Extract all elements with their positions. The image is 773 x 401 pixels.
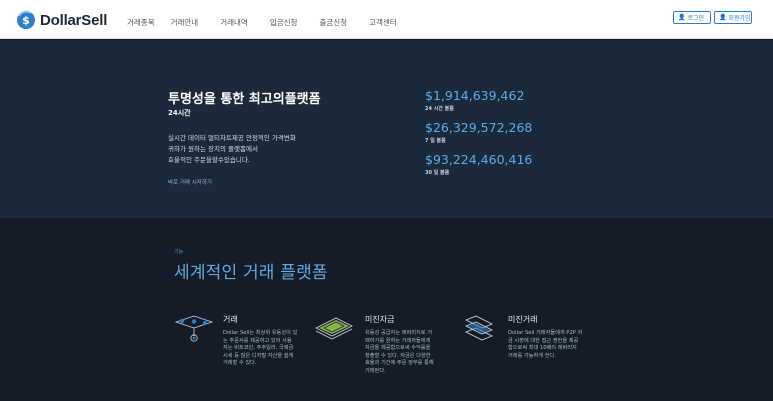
hero-section: 투명성을 통한 최고의플랫폼 24시간 실시간 데이터 멀티차트제공 안정적인 … [0, 40, 773, 218]
feature-body-line: 효율과 기간에 주문 정부를 통해 [365, 360, 434, 367]
features-section: 기능 세계적인 거래 플랫폼 거래 Dollar Sell는 최상위 유동성이 … [0, 218, 773, 401]
feature-body-line: Dollar Sell는 최상위 유동성이 있 [223, 330, 298, 336]
nav-item-deposit[interactable]: 입금신청 [270, 17, 298, 28]
feature-title: 미진거래 [508, 315, 538, 324]
hero-subtitle: 24시간 [168, 109, 191, 117]
margin-funds-icon [314, 314, 354, 346]
hero-description-line: 효율적인 주문을할수있습니다. [168, 156, 250, 164]
stat-24h-volume: $1,914,639,462 24 시간 볼륨 [425, 88, 524, 112]
exchange-icon [174, 314, 214, 346]
feature-body-line: 거래를 가능하게 한다. [508, 352, 556, 359]
margin-trading-icon [464, 314, 504, 346]
dollar-logo-icon: $ [16, 10, 36, 30]
feature-body-line: 함으로써 최대 10배의 레버리지 [508, 345, 577, 352]
stat-value: $26,329,572,268 [425, 120, 533, 135]
hero-description-line: 귀하가 원하는 장치의 플랫폼에서 [168, 145, 258, 153]
top-navbar: $ DollarSell 거래종목 거래안내 거래내역 입금신청 출금신청 고객… [0, 0, 773, 39]
hero-description-line: 실시간 데이터 멀티차트제공 안정적인 가격변화 [168, 134, 296, 142]
features-heading: 세계적인 거래 플랫폼 [174, 263, 328, 283]
feature-body-line: 자는 비트코인, 주주일러, 국제금 [223, 345, 294, 352]
stat-30d-volume: $93,224,460,416 30 일 볼륨 [425, 152, 532, 176]
stat-7d-volume: $26,329,572,268 7 일 볼륨 [425, 120, 532, 144]
user-add-icon: 👤 [719, 14, 727, 21]
stat-label: 7 일 볼륨 [425, 138, 446, 144]
login-button[interactable]: 👤 로그인 [673, 11, 711, 24]
feature-body: Dollar Sell는 최상위 유동성이 있 는 주문서를 제공하고 있어 사… [223, 330, 311, 368]
hero-description: 실시간 데이터 멀티차트제공 안정적인 가격변화 귀하가 원하는 장치의 플랫폼… [168, 133, 358, 166]
stat-value: $1,914,639,462 [425, 88, 525, 103]
login-label: 로그인 [687, 15, 705, 22]
register-button[interactable]: 👤 회원가입 [714, 11, 752, 24]
feature-body-line: 거래된다. [365, 367, 386, 374]
svg-text:$: $ [22, 14, 30, 27]
stat-label: 30 일 볼륨 [425, 170, 450, 176]
stat-value: $93,224,460,416 [425, 152, 533, 167]
feature-title: 거래 [223, 315, 238, 324]
hero-title: 투명성을 통한 최고의플랫폼 [168, 92, 321, 107]
nav-item-trading-guide[interactable]: 거래안내 [171, 17, 199, 28]
feature-body-line: 자금을 제공함으로써 수익률을 [365, 345, 431, 352]
feature-title: 미진자금 [365, 315, 395, 324]
brand-logo[interactable]: $ DollarSell [16, 10, 107, 30]
user-icon: 👤 [678, 14, 686, 21]
feature-body-line: Dollar Sell 거래자들에게 P2P 자 [508, 330, 583, 336]
nav-item-support[interactable]: 고객센터 [369, 17, 397, 28]
nav-item-trading-items[interactable]: 거래종목 [127, 17, 155, 28]
main-nav: 거래종목 거래안내 거래내역 입금신청 출금신청 고객센터 [127, 17, 419, 28]
feature-body: 유동성 공급자는 레버리지로 거 래하기를 원하는 거래자들에게 자금을 제공함… [365, 330, 453, 376]
nav-item-withdraw[interactable]: 출금신청 [319, 17, 347, 28]
feature-body-line: 거래할 수 있다. [223, 360, 257, 367]
features-kicker: 기능 [174, 249, 184, 255]
feature-body: Dollar Sell 거래자들에게 P2P 자 금 시장에 대한 접근 권한을… [508, 330, 596, 360]
nav-item-trade-history[interactable]: 거래내역 [220, 17, 248, 28]
register-label: 회원가입 [728, 15, 751, 22]
brand-name: DollarSell [40, 11, 108, 29]
feature-body-line: 유동성 공급자는 레버리지로 거 [365, 330, 432, 336]
start-trading-link[interactable]: 바로 거래 시작하기 [168, 178, 212, 186]
stat-label: 24 시간 볼륨 [425, 106, 454, 112]
